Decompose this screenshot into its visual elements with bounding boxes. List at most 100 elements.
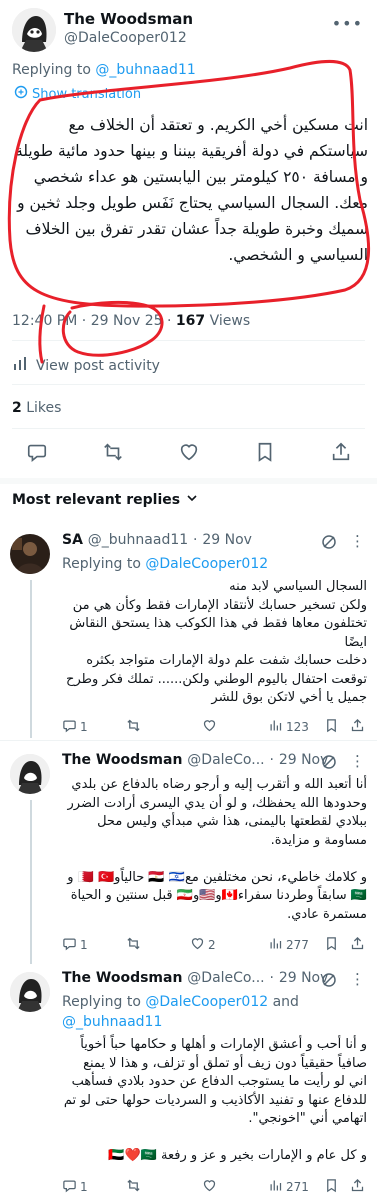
post-action-bar [0,441,377,469]
reply-icon [62,718,77,736]
reply-reply-button[interactable]: 1 [62,718,88,736]
post-activity-label: View post activity [36,358,160,374]
reply-author: The Woodsman @DaleCo... · 29 Nov [62,970,328,986]
reply-action-bar: 1 2 277 [62,936,367,956]
reply-share-button[interactable] [350,936,365,954]
more-icon[interactable]: ••• [332,14,363,33]
view-post-activity-link[interactable]: View post activity [12,356,160,376]
reply-dot: · [269,970,274,986]
retweet-icon [126,936,141,954]
reply-avatar[interactable] [10,972,50,1012]
reply-views-button[interactable]: 277 [268,936,309,954]
post-body: انت مسكين أخي الكريم. و تعتقد أن الخلاف … [14,116,368,264]
replying-prefix: Replying to [12,62,96,78]
share-icon[interactable] [330,441,354,465]
reply-retweet-button[interactable] [126,718,144,736]
divider [12,428,365,429]
bookmark-icon[interactable] [254,441,278,465]
post-date[interactable]: 29 Nov 25 [91,313,163,329]
reply-author-name[interactable]: The Woodsman [62,970,182,986]
reply-replying-to: Replying to @DaleCooper012 and @_buhnaad1… [62,992,362,1032]
reply-bookmark-button[interactable] [324,1178,339,1196]
reply-item[interactable]: SA @_buhnaad11 · 29 Nov ⋮ Replying to @D… [0,524,377,738]
replying-prefix: Replying to [62,994,146,1010]
reply-author-handle[interactable]: @DaleCo... [187,970,264,986]
views-icon [268,936,283,954]
reply-item[interactable]: The Woodsman @DaleCo... · 29 Nov ⋮ أنا أ… [0,744,377,964]
replying-prefix: Replying to [62,556,146,572]
grok-icon[interactable] [321,972,337,988]
reply-author-name[interactable]: The Woodsman [62,752,182,768]
post-header: The Woodsman @DaleCooper012 ••• [0,0,377,58]
chevron-down-icon [186,492,198,508]
reply-author-name[interactable]: SA [62,532,83,548]
reply-dot: · [193,532,198,548]
reply-action-bar: 1 123 [62,718,367,738]
like-icon[interactable] [178,441,202,465]
reply-dot: · [269,752,274,768]
reply-reply-button[interactable]: 1 [62,936,88,954]
replying-handle-link[interactable]: @_buhnaad11 [95,62,195,78]
reply-views-button[interactable]: 123 [268,718,309,736]
reply-retweet-button[interactable] [126,936,144,954]
views-count: 277 [286,938,309,952]
likes-count-link[interactable]: 2 Likes [12,400,61,416]
replying-and: and [268,994,299,1010]
reply-author: The Woodsman @DaleCo... · 29 Nov [62,752,328,768]
author-handle[interactable]: @DaleCooper012 [64,30,187,46]
replying-handle-link[interactable]: @DaleCooper012 [145,556,268,572]
author-name[interactable]: The Woodsman [64,10,193,28]
reply-retweet-button[interactable] [126,1178,144,1196]
divider [12,384,365,385]
reply-text: السجال السياسي لابد منه ولكن تسخير حسابك… [66,579,367,705]
like-icon [202,718,217,736]
grok-icon[interactable] [321,534,337,550]
author-avatar[interactable] [12,8,56,52]
show-translation-label: Show translation [32,86,142,102]
translate-icon [14,85,28,103]
reply-reply-button[interactable]: 1 [62,1178,88,1196]
thread-line [30,580,32,738]
views-count: 123 [286,720,309,734]
replying-handle-link-2[interactable]: @_buhnaad11 [62,1014,162,1030]
replies-sort-button[interactable]: Most relevant replies [12,492,198,508]
reply-like-button[interactable] [202,1178,220,1196]
retweet-icon [126,1178,141,1196]
like-icon [202,1178,217,1196]
reply-count: 1 [80,938,88,952]
reply-author-handle[interactable]: @_buhnaad11 [88,532,188,548]
reply-share-button[interactable] [350,718,365,736]
reply-share-button[interactable] [350,1178,365,1196]
reply-avatar[interactable] [10,534,50,574]
reply-date[interactable]: 29 Nov [202,532,252,548]
divider [0,740,377,741]
reply-bookmark-button[interactable] [324,936,339,954]
reply-item[interactable]: The Woodsman @DaleCo... · 29 Nov ⋮ Reply… [0,964,377,1200]
section-separator [0,478,377,484]
reply-text: و أنا أحب و أعشق الإمارات و أهلها و حكام… [63,1037,367,1163]
reply-more-icon[interactable]: ⋮ [350,532,365,550]
reply-like-button[interactable]: 2 [190,936,216,954]
post-time[interactable]: 12:40 PM [12,313,77,329]
reply-icon[interactable] [26,441,50,465]
grok-icon[interactable] [321,754,337,770]
meta-dot: · [167,313,172,329]
reply-like-button[interactable] [202,718,220,736]
share-icon [350,936,365,954]
reply-icon [62,936,77,954]
reply-more-icon[interactable]: ⋮ [350,752,365,770]
reply-bookmark-button[interactable] [324,718,339,736]
reply-more-icon[interactable]: ⋮ [350,970,365,988]
reply-views-button[interactable]: 271 [268,1178,309,1196]
reply-action-bar: 1 271 [62,1178,367,1198]
reply-replying-to: Replying to @DaleCooper012 [62,554,268,574]
replying-to: Replying to @_buhnaad11 [12,62,196,78]
replying-handle-link[interactable]: @DaleCooper012 [145,994,268,1010]
reply-author-handle[interactable]: @DaleCo... [187,752,264,768]
bookmark-icon [324,936,339,954]
replies-header: Most relevant replies [12,492,181,508]
retweet-icon[interactable] [102,441,126,465]
reply-avatar[interactable] [10,754,50,794]
reply-icon [62,1178,77,1196]
show-translation-button[interactable]: Show translation [14,85,141,103]
